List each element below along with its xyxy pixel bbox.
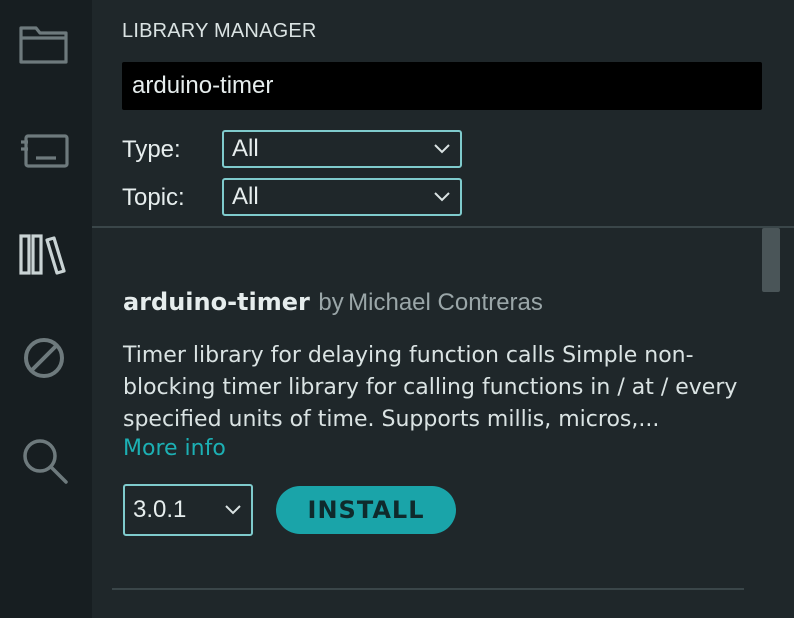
type-select-value: All — [232, 135, 259, 162]
more-info-link[interactable]: More info — [123, 436, 226, 461]
topic-label: Topic: — [122, 184, 185, 211]
scrollbar-thumb[interactable] — [762, 228, 780, 292]
library-author: Michael Contreras — [348, 289, 543, 316]
library-name: arduino-timer — [123, 288, 310, 316]
library-manager-panel: LIBRARY MANAGER Type: All Topic: All ard… — [92, 0, 794, 618]
chevron-down-icon — [434, 144, 450, 154]
install-button[interactable]: INSTALL — [276, 486, 456, 534]
topic-select[interactable]: All — [222, 178, 462, 216]
library-item-header: arduino-timer by Michael Contreras — [123, 288, 543, 317]
activity-bar — [0, 0, 92, 618]
version-select[interactable]: 3.0.1 — [123, 484, 253, 536]
chevron-down-icon — [225, 505, 241, 515]
library-item-divider — [112, 588, 744, 590]
library-icon[interactable] — [18, 228, 70, 280]
version-select-value: 3.0.1 — [133, 496, 187, 523]
library-search-input[interactable] — [122, 62, 762, 110]
folder-icon[interactable] — [18, 18, 70, 70]
type-label: Type: — [122, 136, 181, 163]
topic-select-value: All — [232, 183, 259, 210]
board-icon[interactable] — [18, 124, 70, 176]
panel-title: LIBRARY MANAGER — [122, 20, 317, 42]
arduino-ide-window: LIBRARY MANAGER Type: All Topic: All ard… — [0, 0, 794, 618]
search-icon[interactable] — [18, 434, 70, 486]
library-list: arduino-timer by Michael Contreras Timer… — [92, 228, 794, 618]
library-description: Timer library for delaying function call… — [123, 343, 738, 432]
debug-icon[interactable] — [18, 332, 70, 384]
chevron-down-icon — [434, 192, 450, 202]
type-select[interactable]: All — [222, 130, 462, 168]
library-by: by — [318, 289, 344, 316]
